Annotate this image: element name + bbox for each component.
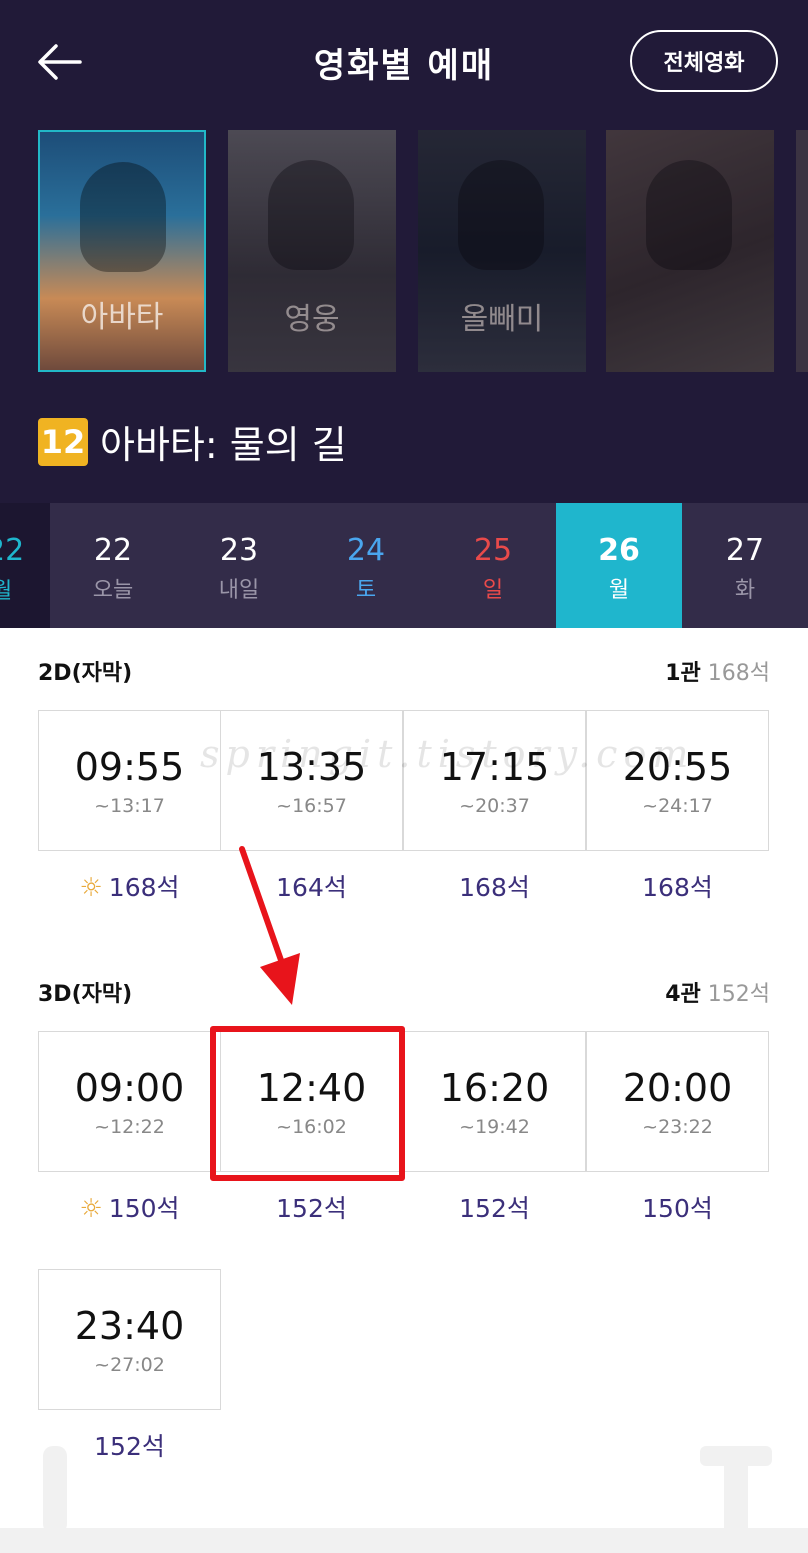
date-num: 27	[725, 533, 765, 568]
poster-fourth[interactable]	[606, 130, 774, 372]
date-label: 오늘	[92, 578, 134, 603]
seat-count: 168석	[459, 873, 530, 902]
start-time: 12:40	[256, 1066, 367, 1110]
poster-dim-overlay	[606, 130, 774, 372]
start-time: 20:00	[622, 1066, 733, 1110]
date-strip: 22 월 22 오늘 23 내일 24 토 25 일 26 월 27 화	[0, 503, 808, 628]
hall-name: 4관	[665, 982, 701, 1007]
start-time: 09:00	[74, 1066, 185, 1110]
poster-fifth-partial[interactable]	[796, 130, 808, 372]
seat-count: ☼ 168석	[38, 868, 221, 904]
bottom-bar	[0, 1528, 808, 1553]
date-24[interactable]: 24 토	[303, 503, 429, 628]
date-num: 22	[0, 533, 25, 568]
date-num: 24	[346, 533, 386, 568]
end-time: ~23:22	[642, 1116, 713, 1138]
section-meta-3d: 4관 152석	[665, 976, 770, 1008]
date-num: 22	[93, 533, 133, 568]
showtime-slot[interactable]: 09:00 ~12:22	[38, 1031, 221, 1172]
date-num: 26	[598, 533, 640, 568]
end-time: ~13:17	[94, 795, 165, 817]
date-label: 월	[608, 578, 630, 603]
seat-count: ☼ 150석	[38, 1189, 221, 1225]
movie-title: 아바타: 물의 길	[100, 423, 347, 467]
end-time: ~19:42	[459, 1116, 530, 1138]
total-seats: 168석	[707, 661, 770, 686]
end-time: ~20:37	[459, 795, 530, 817]
seat-count: 164석	[276, 873, 347, 902]
poster-title: 아바타	[80, 300, 164, 335]
end-time: ~27:02	[94, 1354, 165, 1376]
seat-count: 150석	[642, 1194, 713, 1223]
start-time: 16:20	[439, 1066, 550, 1110]
total-seats: 152석	[707, 982, 770, 1007]
faded-icon	[700, 1446, 772, 1534]
all-movies-button[interactable]: 전체영화	[630, 30, 778, 92]
date-label: 내일	[218, 578, 260, 603]
showtime-slot[interactable]: 23:40 ~27:02	[38, 1269, 221, 1410]
showtime-slot[interactable]: 09:55 ~13:17	[38, 710, 221, 851]
date-22[interactable]: 22 오늘	[50, 503, 176, 628]
start-time: 23:40	[74, 1304, 185, 1348]
faded-icon	[43, 1446, 67, 1534]
date-label: 월	[0, 579, 13, 604]
date-25[interactable]: 25 일	[430, 503, 556, 628]
age-rating-badge: 12	[38, 418, 88, 466]
date-label: 토	[355, 578, 377, 603]
seat-count-text: 150석	[108, 1194, 180, 1223]
seat-count: 168석	[642, 873, 713, 902]
end-time: ~24:17	[642, 795, 713, 817]
showtime-slot-highlighted[interactable]: 12:40 ~16:02	[220, 1031, 403, 1172]
date-26-selected[interactable]: 26 월	[556, 503, 682, 628]
seat-count: 152석	[459, 1194, 530, 1223]
end-time: ~12:22	[94, 1116, 165, 1138]
seat-count-text: 168석	[108, 873, 180, 902]
date-27[interactable]: 27 화	[682, 503, 808, 628]
end-time: ~16:02	[276, 1116, 347, 1138]
section-meta-2d: 1관 168석	[665, 655, 770, 687]
showtime-slot[interactable]: 20:00 ~23:22	[586, 1031, 769, 1172]
morning-sun-icon: ☼	[79, 873, 103, 903]
poster-hero[interactable]: 영웅	[228, 130, 396, 372]
poster-owl[interactable]: 올빼미	[418, 130, 586, 372]
watermark: springit.tistory.com	[200, 732, 695, 776]
date-prev-partial[interactable]: 22 월	[0, 503, 50, 628]
date-label: 화	[734, 578, 756, 603]
end-time: ~16:57	[276, 795, 347, 817]
showtime-slot[interactable]: 16:20 ~19:42	[403, 1031, 586, 1172]
poster-dim-overlay	[228, 130, 396, 372]
start-time: 09:55	[74, 745, 185, 789]
date-num: 25	[473, 533, 513, 568]
poster-dim-overlay	[418, 130, 586, 372]
hall-name: 1관	[665, 661, 701, 686]
date-num: 23	[219, 533, 259, 568]
section-label-3d: 3D(자막)	[38, 982, 133, 1007]
date-23[interactable]: 23 내일	[176, 503, 302, 628]
poster-avatar[interactable]: 아바타	[38, 130, 206, 372]
seat-count: 152석	[276, 1194, 347, 1223]
morning-sun-icon: ☼	[79, 1194, 103, 1224]
poster-figure	[80, 162, 166, 272]
date-label: 일	[482, 578, 504, 603]
section-label-2d: 2D(자막)	[38, 661, 133, 686]
